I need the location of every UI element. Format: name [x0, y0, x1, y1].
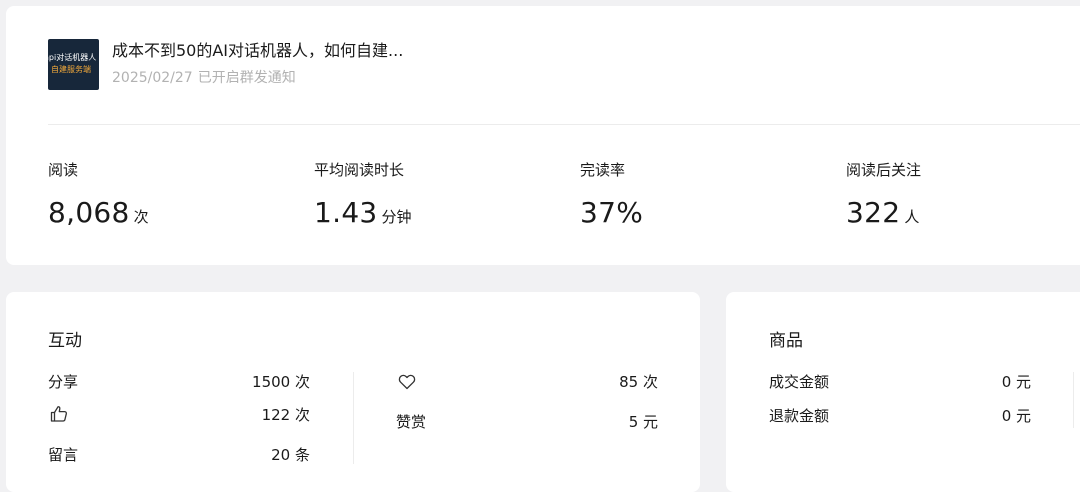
- stat-value: 1.43: [314, 196, 378, 229]
- stat-reads: 阅读 8,068 次: [48, 160, 149, 234]
- article-thumbnail[interactable]: api对话机器人 自建服务端: [48, 39, 99, 90]
- thumbnail-line1: api对话机器人: [48, 53, 97, 62]
- refund-amount-value: 0 元: [1001, 407, 1031, 425]
- column-divider: [353, 372, 354, 464]
- goods-title: 商品: [769, 331, 803, 351]
- stat-label: 平均阅读时长: [314, 161, 405, 179]
- deal-amount-label: 成交金额: [769, 373, 830, 391]
- favorite-value: 85 次: [619, 373, 658, 391]
- interaction-card: 互动 分享 1500 次 122 次 留言 20 条 85 次 赞赏 5 元: [6, 292, 700, 492]
- share-label: 分享: [48, 373, 79, 391]
- stat-value: 8,068: [48, 196, 130, 229]
- thumbnail-line2: 自建服务端: [51, 65, 91, 74]
- header-divider: [48, 124, 1080, 125]
- reward-label: 赞赏: [396, 413, 427, 431]
- stat-label: 阅读后关注: [846, 161, 922, 179]
- goods-card: 商品 成交金额 0 元 退款金额 0 元: [726, 292, 1080, 492]
- interaction-title: 互动: [48, 331, 82, 351]
- comment-value: 20 条: [271, 446, 310, 464]
- refund-amount-label: 退款金额: [769, 407, 830, 425]
- stat-unit: 分钟: [381, 208, 412, 226]
- stat-label: 阅读: [48, 161, 79, 179]
- heart-icon: [397, 372, 417, 392]
- article-date: 2025/02/27: [112, 70, 193, 86]
- stat-avg-read-time: 平均阅读时长 1.43 分钟: [314, 160, 412, 234]
- deal-amount-value: 0 元: [1001, 373, 1031, 391]
- article-overview-card: api对话机器人 自建服务端 成本不到50的AI对话机器人，如何自建... 20…: [6, 6, 1080, 265]
- stat-follows-after-read: 阅读后关注 322 人: [846, 160, 921, 234]
- reward-value: 5 元: [628, 413, 658, 431]
- stat-unit: 人: [904, 208, 920, 226]
- stat-completion-rate: 完读率 37%: [580, 160, 647, 234]
- comment-label: 留言: [48, 446, 79, 464]
- stat-label: 完读率: [580, 161, 626, 179]
- like-value: 122 次: [261, 406, 310, 424]
- stat-value: 37%: [580, 196, 644, 229]
- notify-status: 已开启群发通知: [197, 70, 296, 86]
- share-value: 1500 次: [252, 373, 310, 391]
- stat-unit: 次: [133, 208, 149, 226]
- article-meta: 2025/02/27 已开启群发通知: [112, 68, 296, 88]
- thumbs-up-icon: [49, 404, 69, 424]
- goods-column-divider: [1073, 372, 1074, 428]
- article-title[interactable]: 成本不到50的AI对话机器人，如何自建...: [112, 40, 403, 62]
- stat-value: 322: [846, 196, 901, 229]
